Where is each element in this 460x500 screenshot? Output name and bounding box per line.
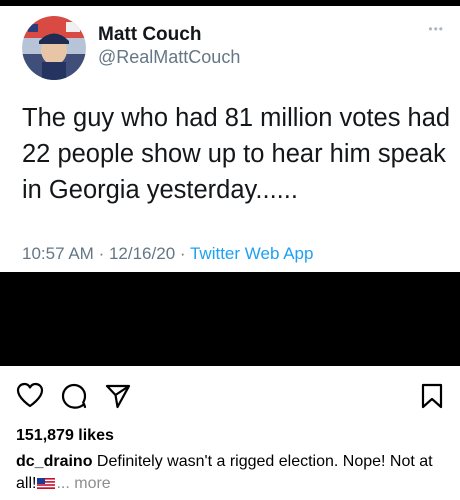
heart-icon[interactable] — [16, 382, 44, 413]
more-dots-icon[interactable]: ••• — [428, 22, 444, 36]
tweet-date[interactable]: 12/16/20 — [109, 244, 175, 263]
comment-icon[interactable] — [60, 382, 88, 415]
avatar[interactable] — [22, 16, 86, 80]
post-caption: dc_draino Definitely wasn't a rigged ele… — [16, 451, 446, 495]
post-actions-area: 151,879 likes dc_draino Definitely wasn'… — [0, 366, 460, 500]
share-icon[interactable] — [104, 382, 132, 415]
tweet-text: The guy who had 81 million votes had 22 … — [22, 104, 451, 204]
bookmark-icon[interactable] — [420, 382, 444, 415]
display-name[interactable]: Matt Couch — [98, 24, 201, 46]
source-app-link[interactable]: Twitter Web App — [190, 244, 313, 263]
meta-separator: · — [179, 244, 186, 263]
meta-separator: · — [98, 244, 105, 263]
tweet-meta: 10:57 AM · 12/16/20 · Twitter Web App — [22, 244, 313, 264]
black-band — [0, 272, 460, 366]
more-link[interactable]: ... more — [56, 475, 110, 492]
caption-username[interactable]: dc_draino — [16, 453, 92, 470]
like-count[interactable]: 151,879 likes — [16, 427, 114, 445]
us-flag-icon — [37, 474, 56, 489]
tweet-time: 10:57 AM — [22, 244, 94, 263]
tweet-card: Matt Couch @RealMattCouch ••• The guy wh… — [0, 6, 460, 272]
user-handle[interactable]: @RealMattCouch — [98, 47, 240, 68]
